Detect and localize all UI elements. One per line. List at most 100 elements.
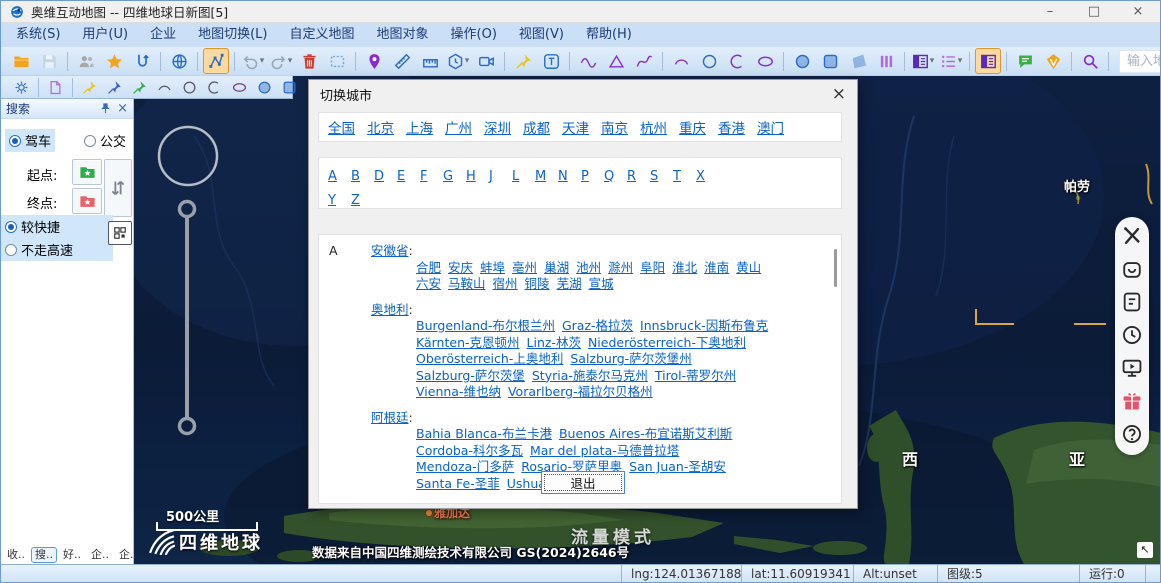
city-link[interactable]: 亳州 bbox=[512, 260, 537, 275]
hot-city-link[interactable]: 上海 bbox=[406, 117, 433, 137]
menu-item[interactable]: 地图切换(L) bbox=[187, 23, 278, 47]
sidebar-tab[interactable]: 企.. bbox=[115, 547, 141, 563]
globe-3d-button[interactable] bbox=[166, 48, 192, 74]
text-label-button[interactable] bbox=[538, 48, 564, 74]
sidebar-tab[interactable]: 收.. bbox=[3, 547, 29, 563]
video-tutorial-button[interactable] bbox=[1121, 357, 1143, 379]
hot-city-link[interactable]: 香港 bbox=[718, 117, 745, 137]
filled-square-button[interactable] bbox=[817, 48, 843, 74]
swap-start-end-button[interactable] bbox=[104, 159, 132, 217]
gift-button[interactable] bbox=[1121, 390, 1143, 412]
record-video-button[interactable] bbox=[473, 48, 499, 74]
start-point-button[interactable] bbox=[72, 159, 102, 185]
ellipse-2-button[interactable] bbox=[228, 76, 251, 98]
pushpin-button[interactable] bbox=[510, 48, 536, 74]
letter-link[interactable]: A bbox=[328, 166, 343, 188]
letter-link[interactable]: R bbox=[627, 166, 642, 188]
select-region-button[interactable] bbox=[324, 48, 350, 74]
minimize-button[interactable]: – bbox=[1028, 1, 1072, 23]
city-link[interactable]: Buenos Aires-布宜诺斯艾利斯 bbox=[559, 426, 732, 441]
city-link[interactable]: Salzburg-萨尔茨堡州 bbox=[570, 351, 691, 366]
dialog-close-icon[interactable]: × bbox=[832, 86, 846, 103]
filled-square-2-button[interactable] bbox=[278, 76, 301, 98]
city-link[interactable]: 淮北 bbox=[672, 260, 697, 275]
menu-item[interactable]: 自定义地图 bbox=[278, 23, 365, 47]
city-link[interactable]: Bahia Blanca-布兰卡港 bbox=[416, 426, 552, 441]
side-panel-button[interactable] bbox=[975, 48, 1001, 74]
city-link[interactable]: 巢湖 bbox=[544, 260, 569, 275]
maximize-button[interactable]: □ bbox=[1072, 1, 1116, 23]
dialog-scrollbar-thumb[interactable] bbox=[834, 249, 837, 287]
filled-circle-button[interactable] bbox=[789, 48, 815, 74]
filled-circle-2-button[interactable] bbox=[253, 76, 276, 98]
city-link[interactable]: 蚌埠 bbox=[480, 260, 505, 275]
region-link[interactable]: 安徽省 bbox=[371, 243, 409, 258]
open-arc-button[interactable] bbox=[724, 48, 750, 74]
city-link[interactable]: 阜阳 bbox=[640, 260, 665, 275]
dock-pin-icon[interactable] bbox=[99, 102, 112, 115]
arc-2-button[interactable] bbox=[153, 76, 176, 98]
panel-layout-dropdown-arrow[interactable]: ▾ bbox=[930, 56, 935, 66]
sidebar-tab[interactable]: 搜.. bbox=[31, 547, 57, 563]
search-input[interactable] bbox=[1119, 50, 1161, 73]
city-link[interactable]: Linz-林茨 bbox=[527, 335, 581, 350]
hot-city-link[interactable]: 南京 bbox=[601, 117, 628, 137]
pin-yellow-button[interactable] bbox=[78, 76, 101, 98]
city-link[interactable]: 芜湖 bbox=[557, 276, 582, 291]
city-link[interactable]: 合肥 bbox=[416, 260, 441, 275]
circle-2-button[interactable] bbox=[178, 76, 201, 98]
route-no-highway-radio[interactable]: 不走高速 bbox=[1, 238, 113, 261]
filled-polygon-button[interactable] bbox=[845, 48, 871, 74]
redo-button[interactable]: ▾ bbox=[268, 48, 294, 74]
city-link[interactable]: Styria-施泰尔马克州 bbox=[532, 368, 648, 383]
parallel-columns-button[interactable] bbox=[873, 48, 899, 74]
menu-item[interactable]: 用户(U) bbox=[71, 23, 139, 47]
city-link[interactable]: Innsbruck-因斯布鲁克 bbox=[640, 318, 768, 333]
city-link[interactable]: Niederösterreich-下奥地利 bbox=[588, 335, 746, 350]
city-link[interactable]: Oberösterreich-上奥地利 bbox=[416, 351, 563, 366]
hot-city-link[interactable]: 北京 bbox=[367, 117, 394, 137]
city-link[interactable]: Cordoba-科尔多瓦 bbox=[416, 443, 523, 458]
redo-dropdown-arrow[interactable]: ▾ bbox=[288, 56, 293, 66]
undo-button[interactable]: ▾ bbox=[240, 48, 266, 74]
letter-link[interactable]: X bbox=[696, 166, 711, 188]
letter-link[interactable]: B bbox=[351, 166, 366, 188]
undo-dropdown-arrow[interactable]: ▾ bbox=[260, 56, 265, 66]
city-link[interactable]: Santa Fe-圣菲 bbox=[416, 476, 500, 491]
hot-city-link[interactable]: 重庆 bbox=[679, 117, 706, 137]
mode-transit-radio[interactable]: 公交 bbox=[80, 129, 130, 152]
vip-button[interactable] bbox=[1040, 48, 1066, 74]
city-link[interactable]: Salzburg-萨尔茨堡 bbox=[416, 368, 525, 383]
chat-button[interactable] bbox=[1012, 48, 1038, 74]
city-link[interactable]: 滁州 bbox=[608, 260, 633, 275]
letter-link[interactable]: S bbox=[650, 166, 665, 188]
app-market-button[interactable] bbox=[1121, 258, 1143, 280]
letter-link[interactable]: J bbox=[489, 166, 504, 188]
notes-button[interactable] bbox=[1121, 291, 1143, 313]
letter-link[interactable]: Q bbox=[604, 166, 619, 188]
menu-item[interactable]: 系统(S) bbox=[5, 23, 71, 47]
arc-button[interactable] bbox=[668, 48, 694, 74]
sidebar-tab[interactable]: 企.. bbox=[87, 547, 113, 563]
city-link[interactable]: 黄山 bbox=[736, 260, 761, 275]
letter-link[interactable]: N bbox=[558, 166, 573, 188]
letter-link[interactable]: L bbox=[512, 166, 527, 188]
timer-button[interactable]: ▾ bbox=[445, 48, 471, 74]
letter-link[interactable]: F bbox=[420, 166, 435, 188]
hot-city-link[interactable]: 天津 bbox=[562, 117, 589, 137]
letter-link[interactable]: M bbox=[535, 166, 550, 188]
timer-dropdown-arrow[interactable]: ▾ bbox=[465, 56, 470, 66]
city-link[interactable]: San Juan-圣胡安 bbox=[629, 459, 726, 474]
sidebar-close-icon[interactable]: × bbox=[117, 102, 128, 115]
menu-item[interactable]: 视图(V) bbox=[508, 23, 575, 47]
freehand-curve-button[interactable] bbox=[631, 48, 657, 74]
letter-link[interactable]: T bbox=[673, 166, 688, 188]
dialog-title-bar[interactable]: 切换城市 × bbox=[309, 80, 857, 108]
tools-button[interactable] bbox=[1121, 225, 1143, 247]
search-button[interactable] bbox=[1077, 48, 1103, 74]
menu-item[interactable]: 地图对象 bbox=[366, 23, 440, 47]
save-button[interactable] bbox=[36, 48, 62, 74]
open-map-file-button[interactable] bbox=[8, 48, 34, 74]
help-button[interactable] bbox=[1121, 423, 1143, 445]
city-link[interactable]: 宿州 bbox=[493, 276, 518, 291]
